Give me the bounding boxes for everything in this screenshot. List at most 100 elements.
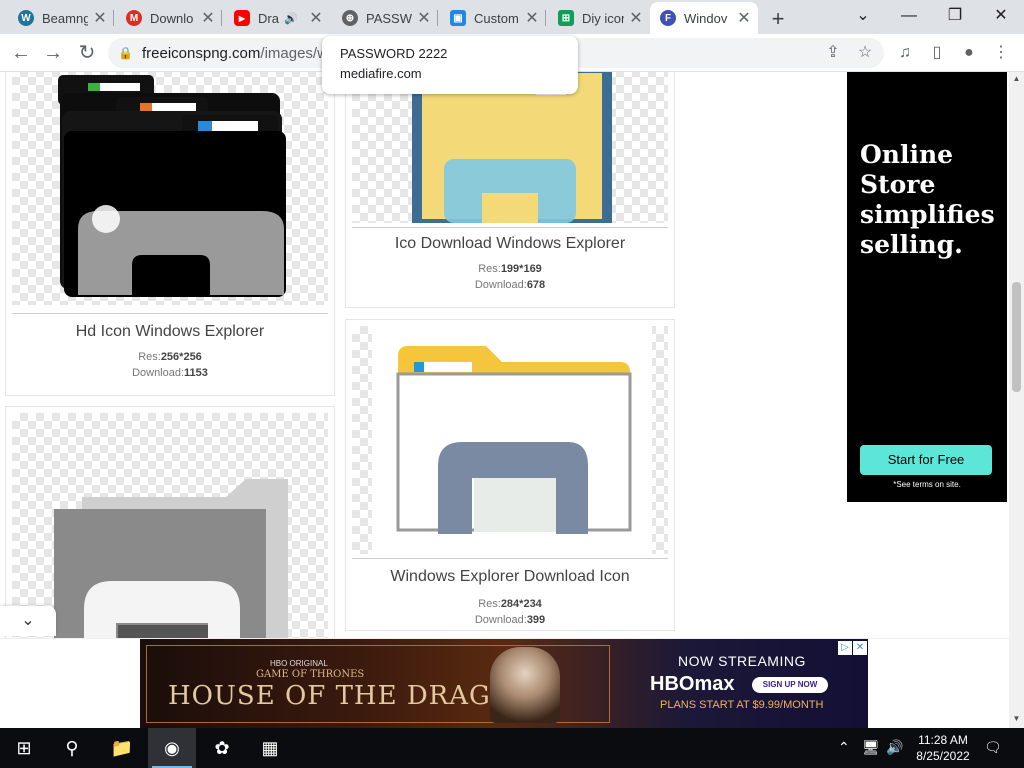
maximize-button[interactable]: ❐: [932, 2, 978, 30]
black-folder-icon: [58, 75, 286, 297]
bookmark-star-icon[interactable]: ☆: [854, 42, 876, 64]
download-value: 399: [526, 614, 546, 626]
res-value: 284*234: [500, 598, 542, 610]
app-icon[interactable]: ✿: [198, 728, 246, 768]
start-for-free-button[interactable]: Start for Free: [860, 445, 992, 475]
scroll-up-icon[interactable]: ▲: [1011, 74, 1022, 83]
clock[interactable]: 11:28 AM 8/25/2022: [908, 732, 978, 764]
icon-preview[interactable]: [12, 72, 328, 305]
youtube-icon: ▶: [234, 10, 250, 26]
start-button[interactable]: ⊞: [0, 728, 48, 768]
icon-title[interactable]: Ico Download Windows Explorer: [346, 235, 674, 253]
chrome-icon[interactable]: ◉: [148, 728, 196, 768]
download-label: Download:: [474, 279, 527, 291]
icon-card[interactable]: Hd Icon Windows Explorer Res:256*256 Dow…: [5, 72, 335, 396]
show-hidden-icons[interactable]: ⌃: [838, 739, 850, 756]
tooltip-title: PASSWORD 2222: [340, 46, 448, 61]
profile-avatar-icon[interactable]: ●: [958, 42, 980, 64]
side-advertisement[interactable]: Online Store simplifies selling. Start f…: [847, 72, 1007, 502]
icon-card[interactable]: Windows Explorer Download Icon Res:284*2…: [345, 319, 675, 631]
tab-diy-icon[interactable]: ⊞ Diy icor ✕: [548, 2, 650, 34]
date-text: 8/25/2022: [916, 749, 970, 763]
divider: [352, 558, 668, 559]
tab-title: Diy icor: [582, 10, 624, 26]
tab-search-button[interactable]: ⌄: [840, 2, 886, 30]
reload-button[interactable]: ↻: [74, 40, 100, 66]
tab-downlo[interactable]: M Downlo ✕: [116, 2, 222, 34]
character-portrait: [490, 647, 560, 723]
search-icon[interactable]: ⚲: [48, 728, 96, 768]
close-tab-icon[interactable]: ✕: [92, 8, 108, 28]
close-tab-icon[interactable]: ✕: [736, 8, 752, 28]
res-value: 256*256: [160, 351, 202, 363]
divider: [352, 227, 668, 228]
hbo-banner-ad[interactable]: HBO ORIGINAL GAME OF THRONES HOUSE OF TH…: [140, 639, 868, 728]
collapse-ad-button[interactable]: ⌄: [0, 606, 56, 636]
download-label: Download:: [474, 614, 527, 626]
bottom-ad-container: HBO ORIGINAL GAME OF THRONES HOUSE OF TH…: [0, 638, 1009, 728]
ad-close-icon[interactable]: ✕: [853, 641, 867, 655]
tab-title: Dra: [258, 10, 279, 26]
icon-preview[interactable]: [352, 72, 668, 223]
menu-icon[interactable]: ⋮: [990, 42, 1012, 64]
app-icon: ▣: [450, 10, 466, 26]
mega-icon: M: [126, 10, 142, 26]
tab-password[interactable]: ⊕ PASSWO ✕: [332, 2, 438, 34]
close-tab-icon[interactable]: ✕: [628, 8, 644, 28]
volume-icon[interactable]: 🔊: [886, 739, 903, 756]
tab-windows-active[interactable]: F Windov ✕: [650, 2, 758, 34]
tab-separator: [221, 10, 222, 26]
ad-choices-icon[interactable]: ▷: [838, 641, 852, 655]
minimize-button[interactable]: —: [886, 2, 932, 30]
gray-folder-icon: [54, 479, 288, 643]
close-tab-icon[interactable]: ✕: [308, 8, 324, 28]
file-explorer-icon[interactable]: 📁: [98, 728, 146, 768]
tab-strip: W Beamng ✕ M Downlo ✕ ▶ Dra 🔊 ✕ ⊕ PASSWO…: [0, 0, 1024, 34]
sign-up-button[interactable]: SIGN UP NOW: [752, 677, 828, 693]
notifications-icon[interactable]: 🗨: [984, 739, 1002, 756]
close-window-button[interactable]: ✕: [978, 2, 1024, 30]
tab-youtube[interactable]: ▶ Dra 🔊 ✕: [224, 2, 330, 34]
tab-title: PASSWO: [366, 10, 412, 26]
resolution: Res:284*234: [346, 598, 674, 610]
side-panel-icon[interactable]: ▯: [926, 42, 948, 64]
res-value: 199*169: [500, 263, 542, 275]
icon-card[interactable]: Ico Download Windows Explorer Res:199*16…: [345, 72, 675, 308]
url-text[interactable]: freeiconspng.com/images/wi: [142, 45, 331, 62]
share-icon[interactable]: ⇪: [822, 42, 844, 64]
download-value: 678: [526, 279, 546, 291]
media-control-icon[interactable]: ♫: [894, 42, 916, 64]
resolution: Res:256*256: [6, 351, 334, 363]
scrollbar-thumb[interactable]: [1012, 282, 1021, 392]
icon-preview[interactable]: [352, 326, 668, 554]
wordpress-icon: W: [18, 10, 34, 26]
res-label: Res:: [478, 263, 501, 275]
back-button[interactable]: ←: [8, 40, 34, 66]
close-tab-icon[interactable]: ✕: [524, 8, 540, 28]
icon-preview[interactable]: [12, 413, 328, 643]
app-icon[interactable]: ▦: [246, 728, 294, 768]
ad-terms: *See terms on site.: [893, 480, 961, 489]
icon-title[interactable]: Hd Icon Windows Explorer: [6, 323, 334, 341]
tab-separator: [113, 10, 114, 26]
download-value: 1153: [184, 367, 208, 379]
time-text: 11:28 AM: [918, 733, 968, 747]
tab-hover-tooltip: PASSWORD 2222 mediafire.com: [322, 36, 578, 94]
icon-title[interactable]: Windows Explorer Download Icon: [346, 568, 674, 586]
url-domain: freeiconspng.com: [142, 45, 261, 62]
new-tab-button[interactable]: +: [766, 6, 790, 32]
audio-playing-icon[interactable]: 🔊: [284, 12, 298, 25]
download-count: Download:1153: [6, 367, 334, 379]
close-tab-icon[interactable]: ✕: [416, 8, 432, 28]
tab-title: Custom: [474, 10, 519, 26]
close-tab-icon[interactable]: ✕: [200, 8, 216, 28]
scroll-down-icon[interactable]: ▼: [1011, 714, 1022, 723]
network-icon[interactable]: 🖥: [862, 739, 880, 756]
vertical-scrollbar[interactable]: ▲ ▼: [1009, 72, 1024, 728]
tab-beamng[interactable]: W Beamng ✕: [8, 2, 114, 34]
forward-button[interactable]: →: [40, 40, 66, 66]
lock-icon[interactable]: 🔒: [118, 46, 133, 60]
chevron-down-icon: ⌄: [21, 612, 35, 629]
page-content: Hd Icon Windows Explorer Res:256*256 Dow…: [0, 72, 1024, 728]
tab-custom[interactable]: ▣ Custom ✕: [440, 2, 546, 34]
